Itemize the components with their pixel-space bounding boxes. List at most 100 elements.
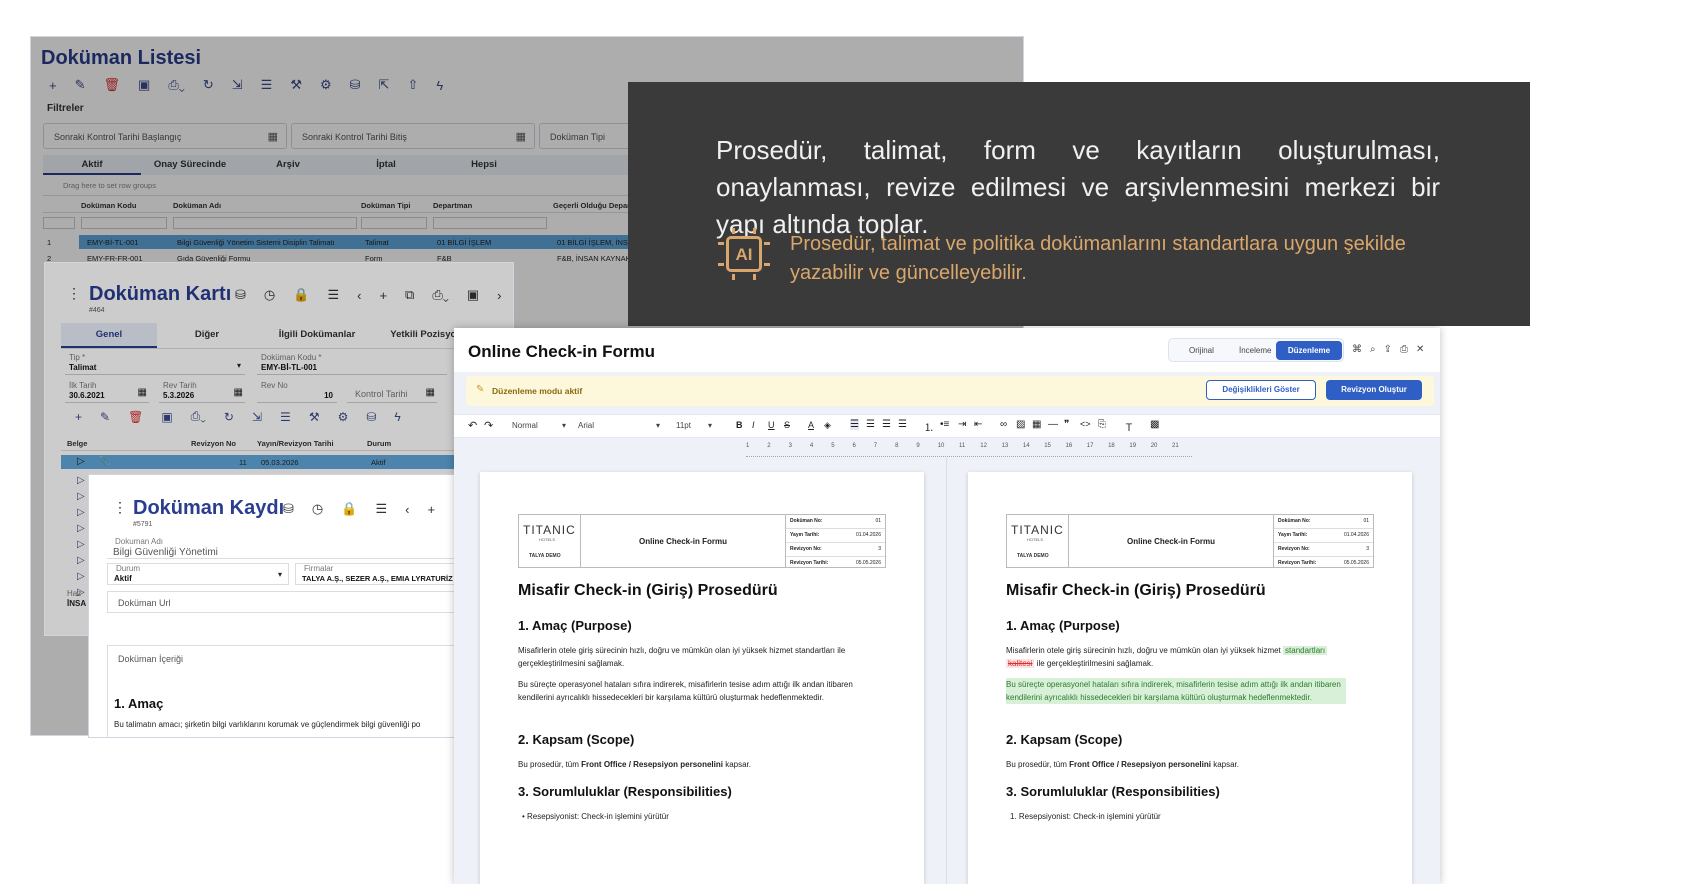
firms-field[interactable]: Firmalar TALYA A.Ş., SEZER A.Ş., EMIA LY… (295, 563, 467, 585)
export-icon[interactable]: ⇲ (252, 410, 262, 424)
database-icon[interactable]: ⛁ (350, 77, 361, 93)
filter-cell[interactable] (361, 217, 427, 229)
save-icon[interactable]: ▣ (138, 77, 150, 93)
filter-cell[interactable] (81, 217, 167, 229)
outdent-icon[interactable]: ⇤ (974, 419, 982, 430)
add-icon[interactable]: + (379, 288, 387, 303)
menu-icon[interactable]: ☰ (327, 287, 339, 303)
history-icon[interactable]: ◷ (312, 501, 323, 517)
rev-date-field[interactable]: Rev Tarih 5.3.2026 ▦ (159, 381, 245, 403)
filter-cell[interactable] (173, 217, 357, 229)
save-icon[interactable]: ▣ (161, 410, 172, 424)
status-select[interactable]: Durum Aktif ▾ (107, 563, 289, 585)
close-icon[interactable]: ✕ (1416, 344, 1424, 355)
align-left-icon[interactable]: ☰ (850, 419, 859, 430)
bold-icon[interactable]: B (736, 420, 743, 430)
flash-icon[interactable]: ϟ (394, 410, 400, 424)
quote-icon[interactable]: ❞ (1064, 419, 1069, 430)
database-icon[interactable]: ⛁ (366, 410, 376, 424)
flash-icon[interactable]: ϟ (436, 78, 443, 93)
lock-icon[interactable]: 🔒 (341, 501, 357, 517)
wrench-icon[interactable]: ⚒ (290, 77, 302, 93)
redo-icon[interactable]: ↷ (484, 419, 493, 432)
align-right-icon[interactable]: ☰ (882, 419, 891, 430)
print-icon[interactable]: ⎙⌄ (432, 287, 449, 303)
italic-icon[interactable]: I (752, 420, 755, 430)
database-icon[interactable]: ⛁ (283, 501, 294, 517)
show-changes-button[interactable]: Değişiklikleri Göster (1206, 380, 1316, 400)
tab-iptal[interactable]: İptal (337, 155, 435, 175)
control-date-field[interactable]: Kontrol Tarihi ▦ (347, 381, 437, 403)
filter-cell[interactable] (433, 217, 547, 229)
export-icon[interactable]: ⇪ (1384, 344, 1392, 355)
clear-format-icon[interactable]: Ｔ (1124, 419, 1134, 434)
history-icon[interactable]: ◷ (264, 287, 275, 303)
create-revision-button[interactable]: Revizyon Oluştur (1326, 380, 1422, 400)
strike-icon[interactable]: S (784, 420, 790, 430)
chevron-right-icon[interactable]: › (497, 288, 501, 303)
image-icon[interactable]: ▨ (1016, 419, 1025, 430)
mode-edit[interactable]: Düzenleme (1276, 341, 1342, 360)
type-select[interactable]: Tip * Talimat ▾ (65, 353, 245, 375)
kebab-icon[interactable]: ⋮ (67, 285, 81, 302)
text-color-icon[interactable]: A (808, 420, 814, 430)
print-icon[interactable]: ⎙ (1400, 344, 1408, 355)
settings-icon[interactable]: ⚙ (320, 77, 332, 93)
filter-end-date[interactable]: Sonraki Kontrol Tarihi Bitiş ▦ (291, 123, 535, 149)
search-icon[interactable]: ⌕ (1370, 344, 1376, 355)
import-icon[interactable]: ⇱ (379, 77, 390, 93)
col-name[interactable]: Doküman Adı (173, 201, 221, 210)
url-input[interactable]: Doküman Url (107, 591, 467, 613)
undo-icon[interactable]: ↶ (468, 419, 477, 432)
tab-onay[interactable]: Onay Sürecinde (141, 155, 239, 175)
copy-icon[interactable]: ⧉ (405, 287, 414, 303)
list-icon[interactable]: ☰ (280, 410, 291, 424)
export-icon[interactable]: ⇲ (232, 77, 243, 93)
settings-icon[interactable]: ⚙ (338, 410, 349, 424)
upload-icon[interactable]: ⇧ (407, 77, 418, 93)
tab-hepsi[interactable]: Hepsi (435, 155, 533, 175)
list-icon[interactable]: ☰ (261, 77, 273, 93)
delete-icon[interactable]: 🗑 (104, 77, 121, 93)
print-icon[interactable]: ⎙⌄ (168, 77, 185, 93)
filter-start-date[interactable]: Sonraki Kontrol Tarihi Başlangıç ▦ (43, 123, 287, 149)
add-icon[interactable]: + (75, 410, 82, 424)
bullet-list-icon[interactable]: •≡ (940, 419, 949, 430)
size-select[interactable]: 11pt ▾ (676, 421, 712, 430)
tab-arsiv[interactable]: Arşiv (239, 155, 337, 175)
tab-diger[interactable]: Diğer (157, 323, 257, 348)
style-select[interactable]: Normal ▾ (512, 421, 566, 430)
lock-icon[interactable]: 🔒 (293, 287, 309, 303)
mode-original[interactable]: Orijinal (1189, 346, 1214, 355)
save-icon[interactable]: ▣ (467, 287, 479, 303)
format-paint-icon[interactable]: ⎘ (1098, 419, 1106, 430)
tab-genel[interactable]: Genel (61, 323, 157, 348)
add-icon[interactable]: + (427, 502, 435, 517)
delete-icon[interactable]: 🗑 (128, 410, 143, 424)
font-select[interactable]: Arial ▾ (578, 421, 660, 430)
edit-icon[interactable]: ✎ (75, 77, 86, 93)
database-icon[interactable]: ⛁ (235, 287, 246, 303)
content-editor[interactable]: Doküman İçeriği 1. Amaç Bu talimatın ama… (107, 645, 467, 737)
numbered-list-icon[interactable]: ⒈ (924, 419, 934, 434)
justify-icon[interactable]: ☰ (898, 419, 907, 430)
source-icon[interactable]: ▩ (1150, 419, 1159, 430)
code-field[interactable]: Doküman Kodu * EMY-Bİ-TL-001 (257, 353, 447, 375)
add-icon[interactable]: + (49, 78, 57, 93)
wrench-icon[interactable]: ⚒ (309, 410, 320, 424)
filter-cell[interactable] (43, 217, 75, 229)
col-type[interactable]: Doküman Tipi (361, 201, 410, 210)
rev-no-field[interactable]: Rev No 10 (257, 381, 337, 403)
edit-icon[interactable]: ✎ (100, 410, 110, 424)
table-icon[interactable]: ▦ (1032, 419, 1041, 430)
refresh-icon[interactable]: ↻ (203, 77, 214, 93)
col-dept[interactable]: Departman (433, 201, 472, 210)
code-icon[interactable]: <> (1080, 419, 1091, 429)
highlight-icon[interactable]: ◈ (824, 420, 831, 431)
link-icon[interactable]: ∞ (1000, 419, 1007, 430)
refresh-icon[interactable]: ↻ (224, 410, 234, 424)
col-code[interactable]: Doküman Kodu (81, 201, 136, 210)
table-row[interactable]: 1 EMY-Bİ-TL-001 Bilgi Güvenliği Yönetim … (43, 235, 643, 249)
name-field[interactable]: Dokuman Adı Bilgi Güvenliği Yönetimi (107, 535, 467, 559)
table-row[interactable]: ▷ 📎 11 05.03.2026 Aktif (61, 455, 501, 469)
